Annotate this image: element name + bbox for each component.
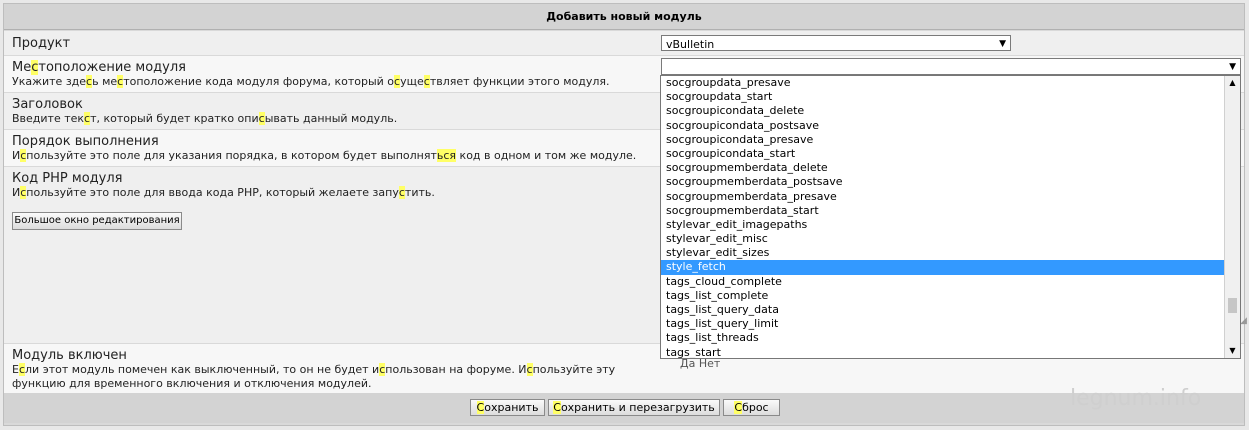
- dropdown-option[interactable]: stylevar_edit_sizes: [661, 246, 1240, 260]
- resize-grip-icon[interactable]: ◢: [1240, 316, 1247, 326]
- dropdown-option[interactable]: style_fetch: [661, 260, 1240, 275]
- product-select-value: vBulletin: [666, 38, 715, 51]
- scroll-up-icon[interactable]: ▲: [1225, 76, 1240, 90]
- dropdown-option[interactable]: socgroupmemberdata_presave: [661, 190, 1240, 204]
- product-label: Продукт: [12, 36, 71, 51]
- dropdown-option[interactable]: stylevar_edit_imagepaths: [661, 218, 1240, 232]
- dropdown-scrollbar[interactable]: ▲ ▼: [1224, 76, 1240, 358]
- php-description: Используйте это поле для ввода кода PHP,…: [12, 186, 435, 199]
- product-row: Продукт: [4, 31, 1244, 55]
- dropdown-option[interactable]: tags_list_complete: [661, 289, 1240, 303]
- location-dropdown-list[interactable]: socgroupdata_presave socgroupdata_start so…: [660, 75, 1241, 359]
- watermark: legnum.info: [1070, 386, 1202, 411]
- dropdown-option[interactable]: tags_list_query_data: [661, 303, 1240, 317]
- save-button[interactable]: Сохранить: [470, 399, 545, 416]
- chevron-down-icon: ▼: [999, 39, 1006, 49]
- enabled-description: Если этот модуль помечен как выключенный…: [12, 363, 616, 390]
- dropdown-option[interactable]: socgroupicondata_presave: [661, 133, 1240, 147]
- order-description: Используйте это поле для указания порядк…: [12, 149, 637, 162]
- dropdown-option[interactable]: tags_cloud_complete: [661, 275, 1240, 289]
- php-label: Код PHP модуля: [12, 171, 123, 186]
- save-and-reload-button[interactable]: Сохранить и перезагрузить: [548, 399, 720, 416]
- dropdown-option[interactable]: socgroupdata_start: [661, 90, 1240, 104]
- dropdown-option[interactable]: socgroupdata_presave: [661, 76, 1240, 90]
- dropdown-options: socgroupdata_presave socgroupdata_start so…: [661, 76, 1240, 358]
- dropdown-option[interactable]: stylevar_edit_misc: [661, 232, 1240, 246]
- enabled-options-partial[interactable]: Да Нет: [680, 357, 720, 371]
- title-field-description: Введите текст, который будет кратко опис…: [12, 112, 398, 125]
- enabled-label: Модуль включен: [12, 348, 127, 363]
- location-label: Местоположение модуля: [12, 60, 186, 75]
- title-field-label: Заголовок: [12, 97, 83, 112]
- chevron-down-icon: ▼: [1229, 62, 1236, 72]
- reset-button[interactable]: Сброс: [723, 399, 780, 416]
- dialog-header: Добавить новый модуль: [4, 4, 1244, 30]
- location-select[interactable]: ▼: [661, 58, 1241, 75]
- dropdown-option[interactable]: tags_list_query_limit: [661, 317, 1240, 331]
- header-title: Добавить новый модуль: [546, 10, 702, 23]
- dropdown-option[interactable]: socgroupicondata_delete: [661, 104, 1240, 118]
- large-editor-button[interactable]: Большое окно редактирования: [12, 212, 182, 230]
- dropdown-option[interactable]: socgroupmemberdata_delete: [661, 161, 1240, 175]
- order-label: Порядок выполнения: [12, 134, 159, 149]
- dropdown-option[interactable]: socgroupicondata_postsave: [661, 119, 1240, 133]
- dropdown-option[interactable]: socgroupicondata_start: [661, 147, 1240, 161]
- scroll-down-icon[interactable]: ▼: [1225, 344, 1240, 358]
- location-description: Укажите здесь местоположение кода модуля…: [12, 75, 610, 88]
- dropdown-option[interactable]: socgroupmemberdata_start: [661, 204, 1240, 218]
- scroll-thumb[interactable]: [1228, 298, 1237, 313]
- dropdown-option[interactable]: tags_list_threads: [661, 331, 1240, 345]
- product-select[interactable]: vBulletin ▼: [661, 35, 1011, 51]
- dropdown-option[interactable]: socgroupmemberdata_postsave: [661, 175, 1240, 189]
- dropdown-option[interactable]: tags_start: [661, 346, 1240, 358]
